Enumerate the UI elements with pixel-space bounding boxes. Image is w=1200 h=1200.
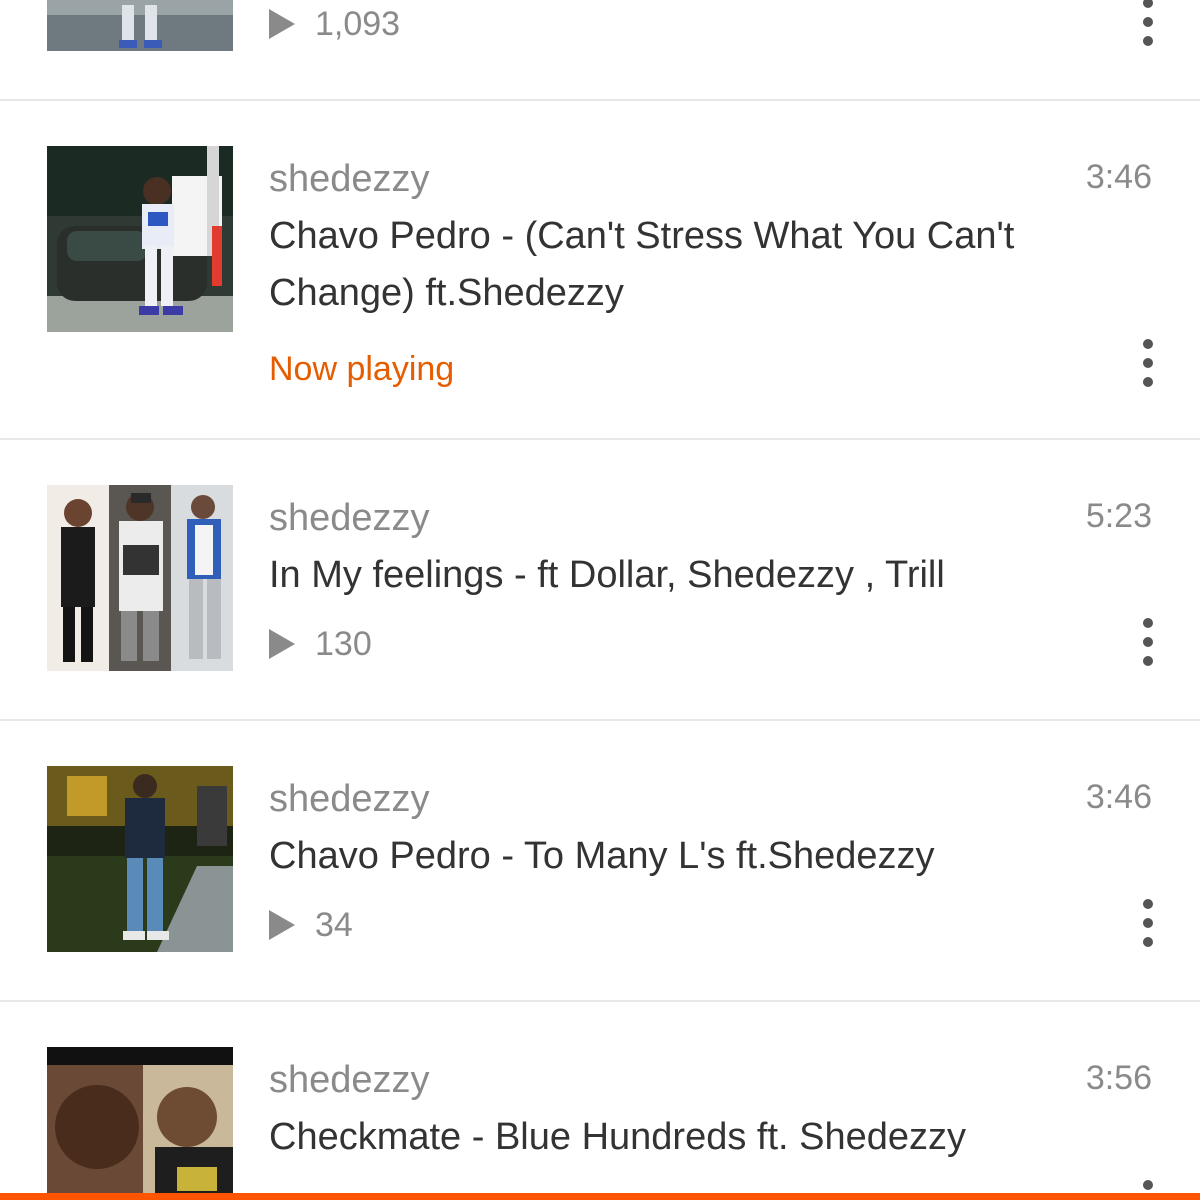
track-title[interactable]: Chavo Pedro - To Many L's ft.Shedezzy <box>269 828 1069 885</box>
more-vert-icon[interactable] <box>1132 339 1164 387</box>
artwork-image-1 <box>47 0 233 51</box>
player-progress-bar[interactable] <box>0 1193 1200 1200</box>
play-count-area: 130 <box>269 622 372 666</box>
track-user[interactable]: shedezzy <box>269 1058 430 1102</box>
play-icon <box>269 9 295 39</box>
more-vert-icon[interactable] <box>1132 0 1164 46</box>
track-artwork[interactable] <box>47 146 233 332</box>
track-list: 1,093 shedezzy 3:46 Chavo Pedro - (Can't… <box>0 0 1200 1200</box>
now-playing-label: Now playing <box>269 350 455 388</box>
play-count: 34 <box>315 906 353 944</box>
track-artwork[interactable] <box>47 766 233 952</box>
track-title[interactable]: Chavo Pedro - (Can't Stress What You Can… <box>269 208 1069 322</box>
track-duration: 5:23 <box>1085 497 1152 535</box>
track-row[interactable]: shedezzy 3:56 Checkmate - Blue Hundreds … <box>0 1002 1200 1200</box>
track-artwork[interactable] <box>47 1047 233 1200</box>
track-duration: 3:46 <box>1085 158 1152 196</box>
track-duration: 3:56 <box>1085 1059 1152 1097</box>
artwork-image-3 <box>47 485 233 671</box>
more-vert-icon[interactable] <box>1132 618 1164 666</box>
track-user[interactable]: shedezzy <box>269 496 430 540</box>
artwork-image-5 <box>47 1047 233 1200</box>
track-row[interactable]: shedezzy 3:46 Chavo Pedro - To Many L's … <box>0 721 1200 1002</box>
track-row[interactable]: shedezzy 3:46 Chavo Pedro - (Can't Stres… <box>0 101 1200 440</box>
track-artwork[interactable] <box>47 0 233 51</box>
play-count: 1,093 <box>315 5 401 43</box>
track-user[interactable]: shedezzy <box>269 157 430 201</box>
track-title[interactable]: Checkmate - Blue Hundreds ft. Shedezzy <box>269 1109 1069 1166</box>
track-user[interactable]: shedezzy <box>269 777 430 821</box>
track-title[interactable]: In My feelings - ft Dollar, Shedezzy , T… <box>269 547 1069 604</box>
track-artwork[interactable] <box>47 485 233 671</box>
play-count: 130 <box>315 625 372 663</box>
play-count-area: 34 <box>269 903 353 947</box>
play-icon <box>269 629 295 659</box>
more-vert-icon[interactable] <box>1132 899 1164 947</box>
play-icon <box>269 910 295 940</box>
track-duration: 3:46 <box>1085 778 1152 816</box>
artwork-image-2 <box>47 146 233 332</box>
track-row[interactable]: 1,093 <box>0 0 1200 101</box>
play-count-area: 1,093 <box>269 2 400 46</box>
artwork-image-4 <box>47 766 233 952</box>
track-row[interactable]: shedezzy 5:23 In My feelings - ft Dollar… <box>0 440 1200 721</box>
